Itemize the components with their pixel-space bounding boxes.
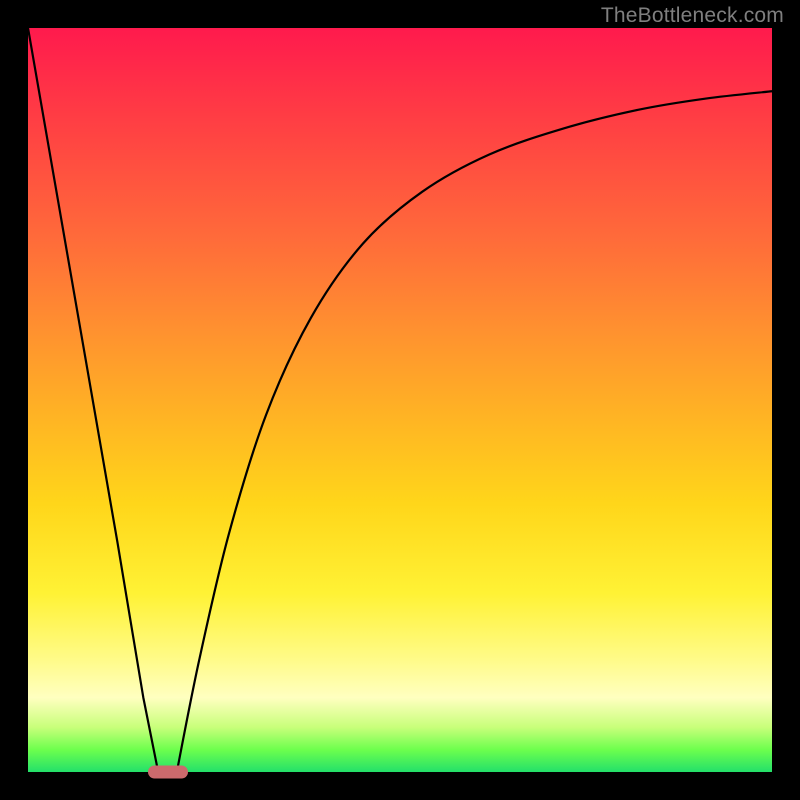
- watermark-text: TheBottleneck.com: [601, 4, 784, 28]
- optimum-marker: [148, 766, 188, 779]
- bottleneck-curve: [28, 28, 772, 772]
- curve-layer: [28, 28, 772, 772]
- chart-frame: TheBottleneck.com: [0, 0, 800, 800]
- plot-area: [28, 28, 772, 772]
